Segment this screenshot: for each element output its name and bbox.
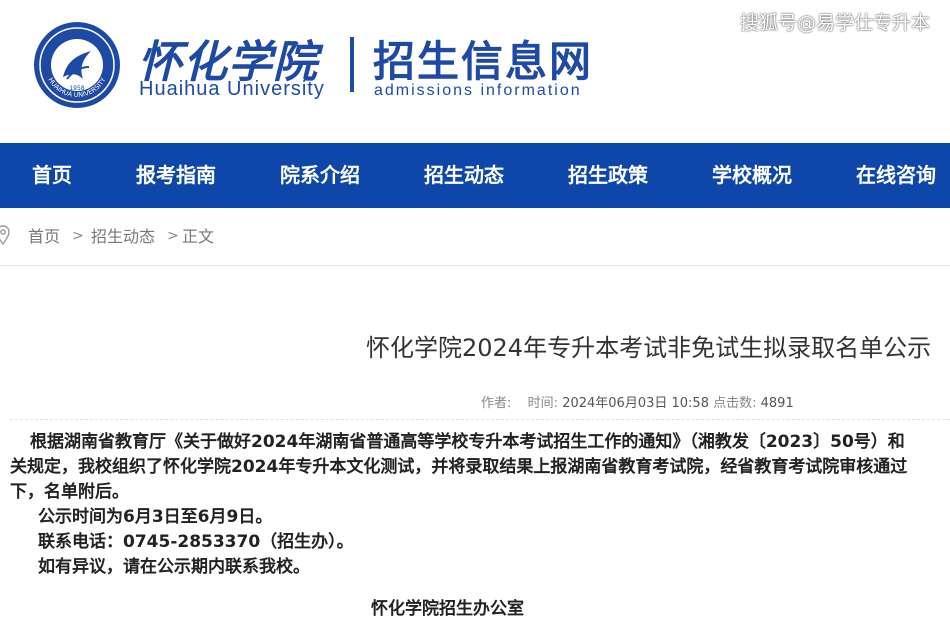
school-name-english[interactable]: Huaihua University	[139, 78, 325, 101]
nav-item-online-consult[interactable]: 在线咨询	[856, 143, 936, 208]
body-paragraph: 下，名单附后。	[10, 482, 129, 502]
hits-label: 点击数:	[713, 396, 757, 411]
nav-item-application-guide[interactable]: 报考指南	[136, 143, 216, 208]
breadcrumb-separator: >	[72, 228, 84, 244]
nav-item-departments[interactable]: 院系介绍	[280, 143, 360, 208]
objection-note: 如有异议，请在公示期内联系我校。	[38, 557, 310, 577]
article-body: 根据湖南省教育厅《关于做好2024年湖南省普通高等学校专升本考试招生工作的通知》…	[10, 430, 950, 580]
main-nav: 首页 报考指南 院系介绍 招生动态 招生政策 学校概况 在线咨询	[0, 143, 950, 208]
meta-divider	[10, 419, 950, 420]
notice-period: 公示时间为6月3日至6月9日。	[38, 507, 273, 527]
nav-item-school-overview[interactable]: 学校概况	[712, 143, 792, 208]
contact-phone: 联系电话：0745-2853370（招生办）。	[38, 532, 354, 552]
breadcrumb-separator: >	[167, 228, 179, 244]
body-paragraph: 关规定，我校组织了怀化学院2024年专升本文化测试，并将录取结果上报湖南省教育考…	[10, 457, 908, 477]
site-title[interactable]: 招生信息网	[373, 28, 593, 89]
article-title: 怀化学院2024年专升本考试非免试生拟录取名单公示	[366, 334, 932, 362]
body-paragraph: 根据湖南省教育厅《关于做好2024年湖南省普通高等学校专升本考试招生工作的通知》…	[30, 432, 905, 452]
nav-item-home[interactable]: 首页	[32, 143, 72, 208]
nav-item-admissions-policy[interactable]: 招生政策	[568, 143, 648, 208]
publish-time: 2024年06月03日 10:58	[562, 396, 709, 411]
header-divider	[350, 37, 354, 92]
site-header: 1958 HUAIHUA UNIVERSITY 怀化学院 Huaihua Uni…	[0, 0, 950, 143]
nav-item-admissions-news[interactable]: 招生动态	[424, 143, 504, 208]
location-pin-icon	[0, 225, 10, 245]
breadcrumb-home[interactable]: 首页	[28, 208, 60, 265]
hits-count: 4891	[760, 396, 794, 411]
breadcrumb-admissions-news[interactable]: 招生动态	[91, 208, 155, 265]
watermark-text: 搜狐号@易学仕专升本	[739, 12, 930, 34]
breadcrumb-current: 正文	[182, 227, 215, 246]
article-meta: 作者: 时间: 2024年06月03日 10:58 点击数: 4891	[481, 392, 794, 411]
article-signoff: 怀化学院招生办公室	[371, 599, 524, 619]
author-label: 作者:	[481, 396, 512, 411]
site-subtitle: admissions information	[374, 82, 582, 99]
breadcrumb: 首页 > 招生动态 > 正文	[0, 208, 950, 266]
time-label: 时间:	[527, 396, 559, 411]
university-seal-logo[interactable]: 1958 HUAIHUA UNIVERSITY	[33, 21, 121, 109]
